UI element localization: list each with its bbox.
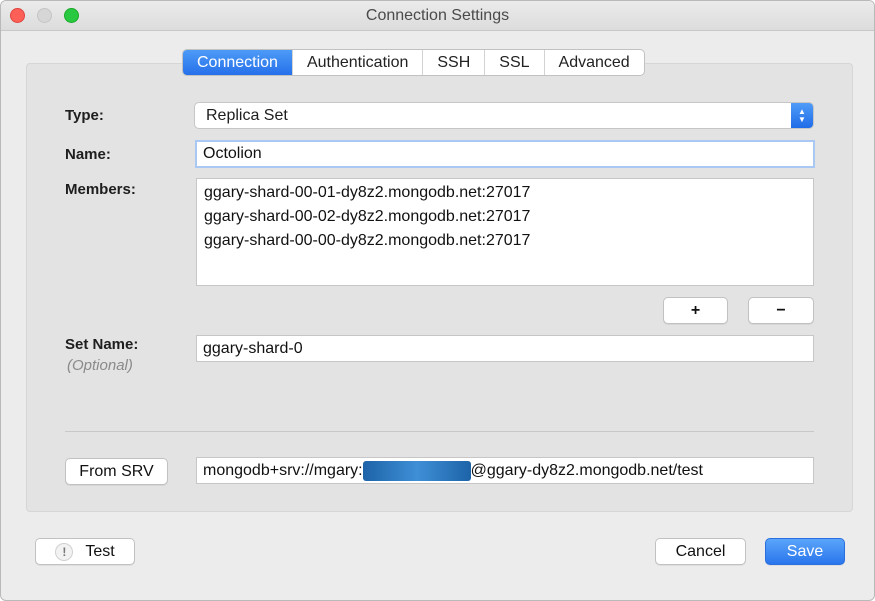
redacted-password	[362, 460, 471, 481]
remove-member-button[interactable]: −	[748, 297, 814, 324]
select-arrows-icon: ▲ ▼	[791, 103, 813, 128]
name-input[interactable]: Octolion	[195, 140, 815, 168]
cancel-button[interactable]: Cancel	[655, 538, 746, 565]
type-label: Type:	[65, 107, 104, 124]
from-srv-button[interactable]: From SRV	[65, 458, 168, 485]
member-item[interactable]: ggary-shard-00-01-dy8z2.mongodb.net:2701…	[204, 181, 806, 205]
member-item[interactable]: ggary-shard-00-00-dy8z2.mongodb.net:2701…	[204, 229, 806, 253]
tab-connection[interactable]: Connection	[183, 50, 292, 75]
srv-uri-input[interactable]: mongodb+srv://mgary: @ggary-dy8z2.mongodb…	[196, 457, 814, 484]
connection-panel	[26, 63, 853, 512]
srv-uri-suffix: @ggary-dy8z2.mongodb.net/test	[470, 461, 703, 479]
srv-uri-prefix: mongodb+srv://mgary:	[203, 461, 363, 479]
type-select-value: Replica Set	[206, 106, 288, 124]
set-name-optional-hint: (Optional)	[67, 357, 133, 374]
tab-authentication[interactable]: Authentication	[291, 50, 422, 75]
set-name-label: Set Name:	[65, 336, 139, 353]
section-divider	[65, 431, 814, 432]
members-label: Members:	[65, 181, 136, 198]
add-member-button[interactable]: +	[663, 297, 728, 324]
save-button[interactable]: Save	[765, 538, 845, 565]
test-button[interactable]: ! Test	[35, 538, 135, 565]
member-item[interactable]: ggary-shard-00-02-dy8z2.mongodb.net:2701…	[204, 205, 806, 229]
warning-icon: !	[55, 542, 74, 561]
set-name-input[interactable]: ggary-shard-0	[196, 335, 814, 362]
title-bar: Connection Settings	[1, 1, 874, 31]
tab-ssh[interactable]: SSH	[422, 50, 484, 75]
window-title: Connection Settings	[365, 7, 510, 24]
tab-ssl[interactable]: SSL	[484, 50, 543, 75]
name-label: Name:	[65, 146, 111, 163]
test-button-label: Test	[85, 542, 115, 560]
members-list[interactable]: ggary-shard-00-01-dy8z2.mongodb.net:2701…	[196, 178, 814, 286]
type-select[interactable]: Replica Set ▲ ▼	[194, 102, 814, 129]
tab-bar: Connection Authentication SSH SSL Advanc…	[182, 49, 645, 76]
connection-settings-window: Connection Settings Connection Authentic…	[0, 0, 875, 601]
tab-advanced[interactable]: Advanced	[543, 50, 644, 75]
